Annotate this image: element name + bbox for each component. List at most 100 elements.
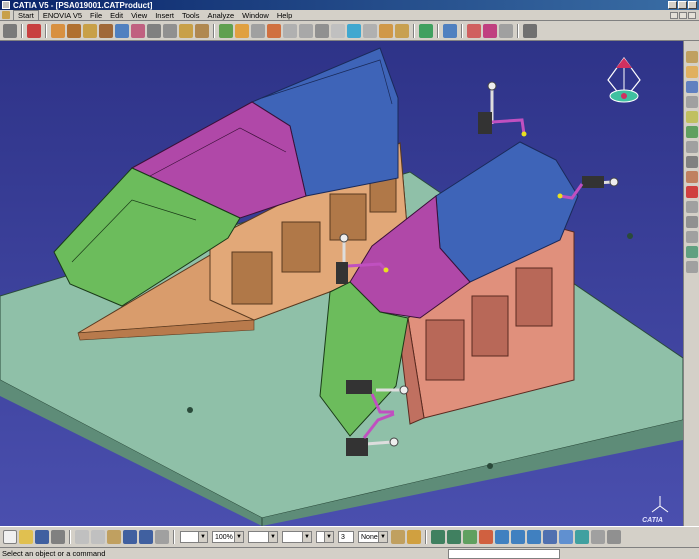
grid-icon[interactable] xyxy=(523,23,537,38)
doc-close-button[interactable] xyxy=(688,11,696,19)
close-button[interactable] xyxy=(688,1,697,9)
whats-this-icon[interactable] xyxy=(155,530,169,544)
3d-viewport[interactable]: CATIA xyxy=(0,41,683,526)
fix-component-icon[interactable] xyxy=(347,23,361,38)
menu-edit[interactable]: Edit xyxy=(106,11,127,20)
hide-show-icon[interactable] xyxy=(591,530,605,544)
fast-multi-instantiation-icon[interactable] xyxy=(163,23,177,38)
maximize-button[interactable] xyxy=(678,1,687,9)
analysis-icon[interactable] xyxy=(685,96,698,108)
flexible-subassembly-icon[interactable] xyxy=(395,23,409,38)
render-style-icon[interactable] xyxy=(483,23,497,38)
section-icon[interactable] xyxy=(685,156,698,168)
quick-constraint-icon[interactable] xyxy=(379,23,393,38)
fit-all-icon[interactable] xyxy=(447,530,461,544)
doc-minimize-button[interactable] xyxy=(670,11,678,19)
line-thickness-combo[interactable]: ▼ xyxy=(248,531,278,543)
new-document-icon[interactable] xyxy=(3,530,17,544)
coincidence-constraint-icon[interactable] xyxy=(283,23,297,38)
copy-icon[interactable] xyxy=(91,530,105,544)
toolbar-separator xyxy=(425,530,427,544)
component-icon[interactable] xyxy=(67,23,81,38)
multi-view-icon[interactable] xyxy=(543,530,557,544)
graph-tree-icon[interactable] xyxy=(131,23,145,38)
layer-combo[interactable]: None ▼ xyxy=(358,531,388,543)
open-document-icon[interactable] xyxy=(19,530,33,544)
point-icon[interactable] xyxy=(685,231,698,243)
print-icon[interactable] xyxy=(51,530,65,544)
shading-icon[interactable] xyxy=(575,530,589,544)
select-tool-icon[interactable] xyxy=(3,23,17,38)
rotate-icon[interactable] xyxy=(479,530,493,544)
status-message: Select an object or a command xyxy=(2,549,106,558)
zoom-out-icon[interactable] xyxy=(511,530,525,544)
cut-icon[interactable] xyxy=(75,530,89,544)
multi-instantiation-icon[interactable] xyxy=(195,23,209,38)
right-support-pocket xyxy=(425,319,465,381)
transparency-combo[interactable]: 100% ▼ xyxy=(212,531,244,543)
contact-constraint-icon[interactable] xyxy=(299,23,313,38)
manipulation-icon[interactable] xyxy=(219,23,233,38)
stop-manipulate-icon[interactable] xyxy=(267,23,281,38)
constraint-icon[interactable] xyxy=(685,81,698,93)
linetype-combo[interactable]: ▼ xyxy=(282,531,312,543)
menu-tools[interactable]: Tools xyxy=(178,11,204,20)
toolbar-separator xyxy=(461,23,463,38)
product-icon[interactable] xyxy=(51,23,65,38)
zoom-in-icon[interactable] xyxy=(495,530,509,544)
knowledge-icon[interactable] xyxy=(685,246,698,258)
snap-icon[interactable] xyxy=(235,23,249,38)
doc-restore-button[interactable] xyxy=(679,11,687,19)
pan-icon[interactable] xyxy=(463,530,477,544)
count-value: 3 xyxy=(341,533,345,541)
menu-view[interactable]: View xyxy=(127,11,151,20)
fly-mode-icon[interactable] xyxy=(431,530,445,544)
flag-note-icon[interactable] xyxy=(685,186,698,198)
format-painter-icon[interactable] xyxy=(391,530,405,544)
formula-icon[interactable] xyxy=(685,261,698,273)
axis-system-icon[interactable] xyxy=(685,201,698,213)
save-icon[interactable] xyxy=(35,530,49,544)
space-analysis-icon[interactable] xyxy=(685,111,698,123)
measure-icon[interactable] xyxy=(499,23,513,38)
sectioning-icon[interactable] xyxy=(443,23,457,38)
plane-icon[interactable] xyxy=(685,216,698,228)
command-input[interactable] xyxy=(448,549,560,559)
graphic-properties-icon[interactable] xyxy=(407,530,421,544)
manage-representations-icon[interactable] xyxy=(179,23,193,38)
undo-icon[interactable] xyxy=(123,530,137,544)
existing-component-icon[interactable] xyxy=(99,23,113,38)
menu-window[interactable]: Window xyxy=(238,11,273,20)
clash-icon[interactable] xyxy=(685,126,698,138)
normal-view-icon[interactable] xyxy=(527,530,541,544)
menu-file[interactable]: File xyxy=(86,11,106,20)
explode-icon[interactable] xyxy=(251,23,265,38)
menu-analyze[interactable]: Analyze xyxy=(203,11,238,20)
menu-enovia[interactable]: ENOVIA V5 xyxy=(39,11,86,20)
document-icon[interactable] xyxy=(2,11,10,19)
line-color-combo[interactable]: ▼ xyxy=(180,531,208,543)
redo-icon[interactable] xyxy=(139,530,153,544)
point-symbol-combo[interactable]: ▼ xyxy=(316,531,334,543)
replace-component-icon[interactable] xyxy=(115,23,129,38)
part-icon[interactable] xyxy=(83,23,97,38)
iso-view-icon[interactable] xyxy=(559,530,573,544)
fix-together-icon[interactable] xyxy=(363,23,377,38)
swap-visible-space-icon[interactable] xyxy=(607,530,621,544)
generate-numbering-icon[interactable] xyxy=(147,23,161,38)
menu-help[interactable]: Help xyxy=(273,11,296,20)
annotation-icon[interactable] xyxy=(685,171,698,183)
catalog-icon[interactable] xyxy=(27,23,41,38)
menu-start[interactable]: Start xyxy=(13,9,39,21)
workbench-icon[interactable] xyxy=(685,66,698,78)
apply-material-icon[interactable] xyxy=(467,23,481,38)
layer-number-combo[interactable]: 3 xyxy=(338,531,354,543)
angle-constraint-icon[interactable] xyxy=(331,23,345,38)
menu-insert[interactable]: Insert xyxy=(151,11,178,20)
paste-icon[interactable] xyxy=(107,530,121,544)
sketcher-icon[interactable] xyxy=(685,51,698,63)
update-icon[interactable] xyxy=(419,23,433,38)
minimize-button[interactable] xyxy=(668,1,677,9)
offset-constraint-icon[interactable] xyxy=(315,23,329,38)
distance-icon[interactable] xyxy=(685,141,698,153)
